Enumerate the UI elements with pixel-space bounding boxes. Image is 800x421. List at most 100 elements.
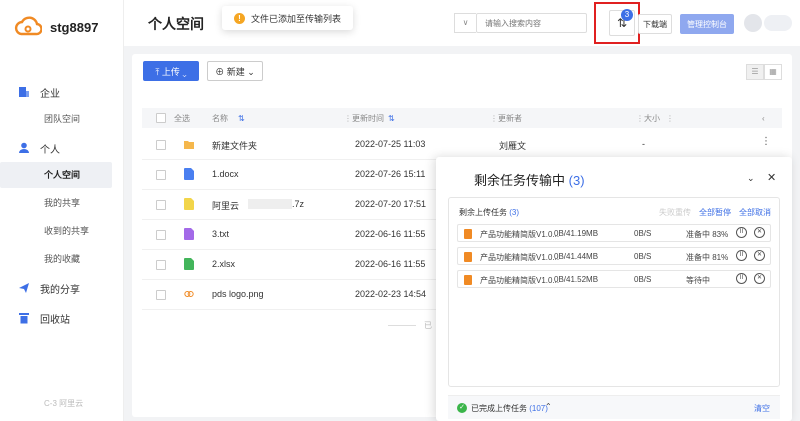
sidebar-item-my-share[interactable]: 我的分享 — [0, 276, 124, 300]
row-checkbox[interactable] — [156, 200, 166, 210]
warning-icon: ! — [234, 12, 245, 24]
upload-button[interactable]: ⤒ 上传 ⌄ — [143, 61, 199, 81]
task-speed: 0B/S — [634, 275, 652, 284]
file-name[interactable]: 3.txt — [212, 229, 229, 239]
sidebar-item-personal-space[interactable]: 个人空间 — [0, 162, 112, 188]
select-all-label: 全选 — [174, 113, 190, 123]
chevron-up-icon[interactable]: ⌃ — [545, 402, 552, 411]
column-header-updated[interactable]: 更新时间 — [352, 113, 384, 124]
task-status: 准备中 81% — [686, 253, 729, 262]
folder-icon — [184, 141, 194, 149]
sidebar-item-enterprise[interactable]: 企业 — [0, 80, 124, 104]
sidebar-group-label: 个人 — [40, 144, 60, 156]
column-divider-icon: ⋮ — [490, 113, 498, 123]
end-divider — [388, 325, 416, 326]
cancel-all-button[interactable]: 全部取消 — [739, 207, 771, 218]
plus-circle-icon: ⊕ — [215, 66, 225, 77]
sidebar-item-favorites[interactable]: 我的收藏 — [0, 246, 112, 272]
task-name: 产品功能精简版V1.0... — [480, 253, 560, 262]
transfer-panel-title-text: 剩余任务传输中 — [474, 173, 566, 188]
completed-label-text: 已完成上传任务 — [471, 404, 527, 413]
upload-section-label: 剩余上传任务 (3) — [459, 207, 519, 218]
collapse-chevron-icon[interactable]: ⌄ — [747, 173, 755, 184]
logo: stg8897 — [14, 16, 98, 38]
nav-group-enterprise: 企业 团队空间 — [0, 80, 124, 134]
clear-button[interactable]: 清空 — [754, 403, 770, 414]
pause-icon[interactable]: II — [736, 227, 747, 238]
search-input[interactable] — [476, 13, 587, 33]
file-size: - — [642, 139, 645, 149]
more-icon[interactable]: ⋮ — [761, 136, 771, 147]
file-name[interactable]: 2.xlsx — [212, 259, 235, 269]
building-icon — [19, 87, 29, 97]
redacted-block — [248, 199, 292, 209]
row-checkbox[interactable] — [156, 140, 166, 150]
select-all-checkbox[interactable] — [156, 113, 166, 123]
avatar[interactable] — [744, 14, 762, 32]
table-row[interactable]: 新建文件夹 2022-07-25 11:03 刘雁文 - ⋮ — [142, 130, 782, 160]
sidebar-item-received-shares[interactable]: 收到的共享 — [0, 218, 112, 244]
close-icon[interactable]: ✕ — [767, 171, 776, 184]
sidebar-item-my-shares[interactable]: 我的共享 — [0, 190, 112, 216]
column-header-size[interactable]: 大小 — [644, 113, 660, 124]
cancel-icon[interactable]: ✕ — [754, 227, 765, 238]
completed-tasks-bar[interactable]: ✓ 已完成上传任务 (107) ⌃ 清空 — [448, 395, 780, 419]
row-checkbox[interactable] — [156, 260, 166, 270]
sidebar: stg8897 企业 团队空间 个人 个人空间 我的共享 收到的共享 我的收藏 … — [0, 0, 124, 421]
cancel-icon[interactable]: ✕ — [754, 273, 765, 284]
user-icon — [19, 142, 29, 153]
username-pill[interactable] — [764, 15, 792, 31]
sidebar-item-trash[interactable]: 回收站 — [0, 306, 124, 330]
page-title: 个人空间 — [148, 16, 204, 32]
txt-icon — [184, 228, 194, 240]
upload-task: 产品功能精简版V1.0... 0B/41.44MB 0B/S 准备中 81% I… — [457, 247, 771, 265]
search-scope-dropdown[interactable]: ∨ — [454, 13, 476, 33]
sidebar-item-team-space[interactable]: 团队空间 — [0, 106, 112, 132]
file-updated: 2022-07-25 11:03 — [355, 139, 426, 149]
pause-icon[interactable]: II — [736, 250, 747, 261]
archive-icon — [184, 198, 194, 210]
check-circle-icon: ✓ — [457, 403, 467, 413]
sort-icon[interactable]: ⇅ — [388, 114, 395, 123]
file-name[interactable]: pds logo.png — [212, 289, 264, 299]
admin-console-button[interactable]: 管理控制台 — [680, 14, 734, 34]
list-view-icon[interactable]: ☰ — [746, 64, 764, 80]
sort-icon[interactable]: ⇅ — [238, 114, 245, 123]
file-updated: 2022-02-23 14:54 — [355, 289, 427, 299]
sidebar-item-personal[interactable]: 个人 — [0, 136, 124, 160]
upload-label: 上传 — [161, 66, 180, 77]
cancel-icon[interactable]: ✕ — [754, 250, 765, 261]
share-icon — [19, 283, 29, 293]
row-checkbox[interactable] — [156, 290, 166, 300]
grid-view-icon[interactable]: ▦ — [764, 64, 782, 80]
download-client-button[interactable]: 下载端 — [638, 14, 672, 34]
sidebar-footer: C-3 阿里云 — [44, 399, 84, 408]
toast-text: 文件已添加至传输列表 — [251, 13, 342, 24]
task-progress: 0B/41.19MB — [554, 229, 599, 238]
image-icon — [184, 291, 194, 297]
cloud-logo-icon — [14, 16, 42, 36]
nav-group-trash: 回收站 — [0, 306, 124, 330]
row-checkbox[interactable] — [156, 230, 166, 240]
column-header-name[interactable]: 名称 — [212, 113, 228, 124]
chevron-left-icon[interactable]: ‹ — [762, 114, 765, 123]
column-divider-icon: ⋮ — [666, 113, 674, 123]
task-name: 产品功能精简版V1.0... — [480, 230, 560, 239]
column-header-updater[interactable]: 更新者 — [498, 113, 522, 124]
row-checkbox[interactable] — [156, 170, 166, 180]
file-name[interactable]: 阿里云 — [212, 199, 239, 212]
column-divider-icon: ⋮ — [344, 113, 352, 123]
task-name: 产品功能精简版V1.0... — [480, 276, 560, 285]
file-updater: 刘雁文 — [499, 141, 527, 151]
sidebar-group-label: 企业 — [40, 88, 60, 100]
task-progress: 0B/41.44MB — [554, 252, 599, 261]
file-name-suffix: .7z — [292, 199, 305, 209]
new-button[interactable]: ⊕ 新建 ⌄ — [207, 61, 263, 81]
retry-failed-button[interactable]: 失败重传 — [659, 207, 691, 218]
file-name[interactable]: 新建文件夹 — [212, 139, 257, 152]
upload-task: 产品功能精简版V1.0... 0B/41.52MB 0B/S 等待中 II ✕ — [457, 270, 771, 288]
upload-section-text: 剩余上传任务 — [459, 208, 507, 217]
file-name[interactable]: 1.docx — [212, 169, 239, 179]
pause-icon[interactable]: II — [736, 273, 747, 284]
pause-all-button[interactable]: 全部暂停 — [699, 207, 731, 218]
